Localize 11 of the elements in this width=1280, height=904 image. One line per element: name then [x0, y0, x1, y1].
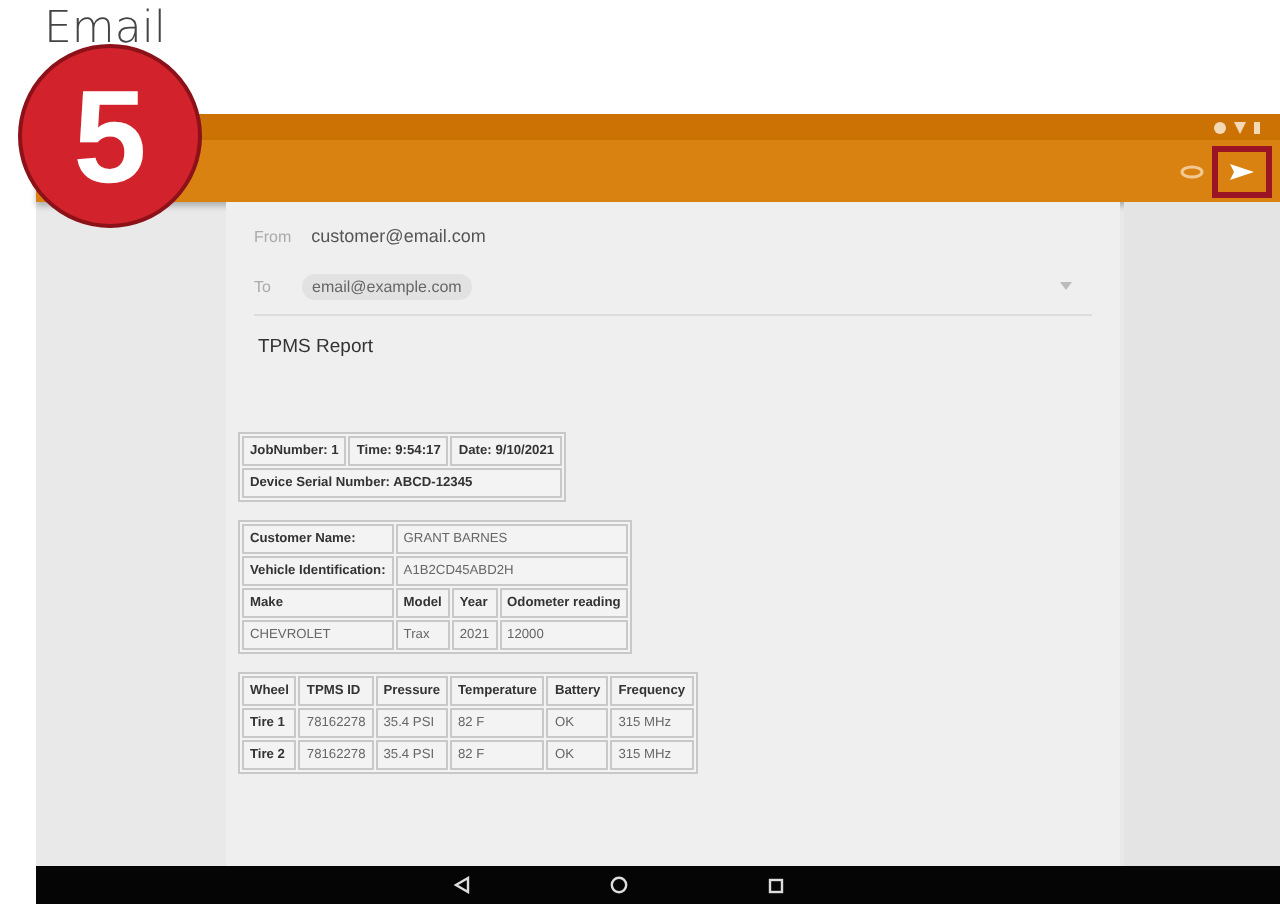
recents-icon[interactable] [767, 877, 783, 893]
back-icon[interactable] [453, 876, 469, 894]
from-address: customer@email.com [311, 226, 486, 246]
step-badge: 5 [18, 44, 202, 228]
send-button[interactable] [1212, 145, 1272, 197]
home-icon[interactable] [609, 876, 627, 894]
to-label: To [254, 277, 273, 295]
subject-field[interactable]: TPMS Report [254, 316, 1092, 432]
recipient-chip[interactable]: email@example.com [302, 273, 472, 299]
from-label: From [254, 227, 292, 245]
send-icon [1228, 161, 1256, 181]
